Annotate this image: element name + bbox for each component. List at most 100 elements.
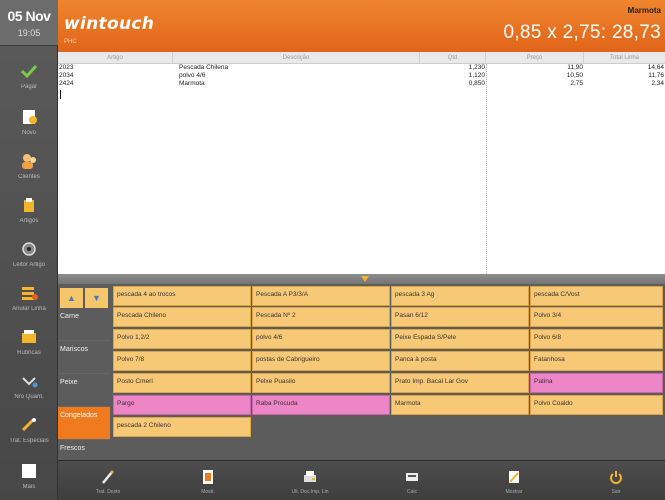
clients-icon bbox=[22, 154, 36, 169]
toolbar-ult-doc-button[interactable]: Ult. Doc.Imp. Lln bbox=[270, 461, 350, 500]
toolbar-trat-doxto-button[interactable]: Trat. Doxto bbox=[68, 461, 148, 500]
sidebar-item-label: Anular Linha bbox=[12, 306, 46, 312]
category-mariscos[interactable]: Mariscos bbox=[58, 341, 110, 374]
table-row[interactable]: 2023 Pescada Chilena 1,230 11,90 14,64 bbox=[58, 64, 665, 72]
column-header-total-linha: Total Linha bbox=[609, 55, 640, 61]
toolbar-label: Trat. Doxto bbox=[95, 489, 121, 495]
sidebar-item-leitor-artigo[interactable]: Leitor Artigo bbox=[0, 234, 58, 276]
sidebar-item-rubricas[interactable]: Rubricas bbox=[0, 322, 58, 364]
column-header-qtd: Qtd bbox=[420, 52, 486, 63]
rubricas-icon bbox=[22, 330, 36, 343]
calculator-icon bbox=[406, 473, 418, 481]
product-tile[interactable]: Pelxe Puasilo bbox=[252, 373, 390, 393]
scroll-down-button[interactable]: ▼ bbox=[85, 288, 108, 308]
toolbar-mostrar-button[interactable]: Mostrar bbox=[474, 461, 554, 500]
sidebar-item-nro-quant[interactable]: Nro Quant. bbox=[0, 366, 58, 408]
sidebar-item-label: Trat. Especiais bbox=[9, 438, 49, 444]
cell-artigo: 2424 bbox=[59, 80, 74, 87]
sidebar-item-label: Novo bbox=[21, 130, 36, 136]
sidebar-item-trat-especiais[interactable]: Trat. Especiais bbox=[0, 410, 58, 452]
category-peixe[interactable]: Peixe bbox=[58, 374, 110, 407]
power-icon bbox=[610, 471, 622, 484]
product-tile[interactable]: Polvo 6/8 bbox=[530, 329, 663, 349]
sale-lines-table[interactable]: Artigo Descrição Qtd Preço Total Linha 2… bbox=[58, 52, 665, 274]
cell-descricao: Pescada Chilena bbox=[179, 64, 229, 71]
sidebar-item-label: Artigos bbox=[19, 218, 39, 224]
product-tile[interactable]: polvo 4/6 bbox=[252, 329, 390, 349]
sidebar-item-label: Mais bbox=[22, 484, 36, 490]
product-tile[interactable]: pescada 3 Ag bbox=[391, 286, 529, 306]
time: 19:05 bbox=[17, 28, 41, 38]
articles-icon bbox=[24, 198, 34, 212]
toolbar-label: Mostr. bbox=[201, 489, 215, 495]
product-tile[interactable]: postas de Cabrigueiro bbox=[252, 351, 390, 371]
cell-descricao: Marmota bbox=[179, 80, 205, 87]
product-tile[interactable]: Peixe Espada S/Pele bbox=[391, 329, 529, 349]
product-tile[interactable]: Pescada Chileno bbox=[113, 307, 251, 327]
sidebar-item-novo[interactable]: Novo bbox=[0, 102, 58, 144]
check-icon bbox=[20, 64, 38, 79]
sidebar: 05 Nov 19:05 Pagar Novo Clientes Artigos… bbox=[0, 0, 58, 500]
sidebar-item-label: Nro Quant. bbox=[14, 394, 44, 400]
toolbar-calc-button[interactable]: Calc bbox=[372, 461, 452, 500]
scroll-up-button[interactable]: ▲ bbox=[60, 288, 83, 308]
sidebar-item-mais[interactable]: Mais bbox=[0, 456, 58, 498]
category-congelados[interactable]: Congelados bbox=[58, 407, 110, 440]
special-treatment-icon bbox=[21, 418, 36, 432]
calculation-display: 0,85 x 2,75: 28,73 bbox=[503, 22, 661, 43]
product-tile[interactable]: Pescada Nº 2 bbox=[252, 307, 390, 327]
header-bar: wintouch PHC Marmota 0,85 x 2,75: 28,73 bbox=[58, 0, 665, 52]
product-tile[interactable]: Panca à posta bbox=[391, 351, 529, 371]
category-scroll-buttons: ▲ ▼ bbox=[60, 288, 108, 308]
document-icon bbox=[203, 470, 213, 484]
product-tile[interactable]: Pescada A P3/3/A bbox=[252, 286, 390, 306]
cell-qtd: 1,120 bbox=[468, 72, 485, 79]
product-tile[interactable]: Marmota bbox=[391, 395, 529, 415]
product-tile[interactable]: Polvo 3/4 bbox=[530, 307, 663, 327]
product-tile[interactable]: Pasan 6/12 bbox=[391, 307, 529, 327]
bottom-toolbar: Trat. Doxto Mostr. Ult. Doc.Imp. Lln Cal… bbox=[58, 460, 665, 500]
toolbar-label: Calc bbox=[406, 489, 417, 495]
toolbar-sair-button[interactable]: Sair bbox=[576, 461, 656, 500]
product-tile[interactable]: Polvo Coaldo bbox=[530, 395, 663, 415]
product-tile[interactable]: Polvo 7/8 bbox=[113, 351, 251, 371]
category-frescos[interactable]: Frescos bbox=[58, 440, 110, 460]
product-tile[interactable]: pescada 4 ao trocos bbox=[113, 286, 251, 306]
toolbar-mostr-button[interactable]: Mostr. bbox=[168, 461, 248, 500]
sidebar-item-artigos[interactable]: Artigos bbox=[0, 190, 58, 232]
product-tile[interactable]: Posto Cmerl bbox=[113, 373, 251, 393]
chevron-down-icon[interactable] bbox=[361, 276, 369, 282]
sidebar-item-pagar[interactable]: Pagar bbox=[0, 56, 58, 98]
product-tile[interactable]: pescada C/Vost bbox=[530, 286, 663, 306]
sidebar-item-label: Pagar bbox=[20, 84, 37, 90]
sidebar-item-label: Leitor Artigo bbox=[12, 262, 46, 268]
product-area: ▲ ▼ Carne Mariscos Peixe Congelados Fres… bbox=[58, 284, 665, 460]
cell-total: 2,34 bbox=[651, 80, 664, 87]
product-tile[interactable]: Raba Procuda bbox=[252, 395, 390, 415]
sidebar-item-clientes[interactable]: Clientes bbox=[0, 146, 58, 188]
cancel-line-icon bbox=[22, 287, 38, 300]
category-carne[interactable]: Carne bbox=[58, 308, 110, 341]
product-tile[interactable]: Prato Imp. Bacal Lar Gov bbox=[391, 373, 529, 393]
pencil-icon bbox=[102, 470, 114, 484]
toolbar-label: Mostrar bbox=[505, 489, 523, 495]
table-row[interactable]: 2424 Marmota 0,850 2,75 2,34 bbox=[58, 80, 665, 88]
cell-total: 11,76 bbox=[648, 72, 664, 79]
table-header: Artigo Descrição Qtd Preço Total Linha bbox=[58, 52, 665, 64]
product-tile[interactable]: Patina bbox=[530, 373, 663, 393]
sidebar-item-anular-linha[interactable]: Anular Linha bbox=[0, 278, 58, 320]
table-row[interactable]: 2034 polvo 4/6 1,120 10,50 11,76 bbox=[58, 72, 665, 80]
cell-preco: 11,90 bbox=[567, 64, 583, 71]
cell-preco: 2,75 bbox=[570, 80, 583, 87]
product-tile[interactable]: Polvo 1,2/2 bbox=[113, 329, 251, 349]
product-tile[interactable]: pescada 2 Chileno bbox=[113, 417, 251, 437]
product-tile[interactable]: Pargo bbox=[113, 395, 251, 415]
cell-descricao: polvo 4/6 bbox=[179, 72, 206, 79]
toolbar-label: Sair bbox=[611, 489, 621, 495]
column-header-artigo: Artigo bbox=[58, 52, 173, 63]
cell-qtd: 1,230 bbox=[468, 64, 485, 71]
app-logo: wintouch bbox=[64, 14, 155, 34]
product-tile[interactable]: Fatanhosa bbox=[530, 351, 663, 371]
edit-icon bbox=[509, 471, 519, 483]
panel-divider[interactable] bbox=[58, 274, 665, 284]
